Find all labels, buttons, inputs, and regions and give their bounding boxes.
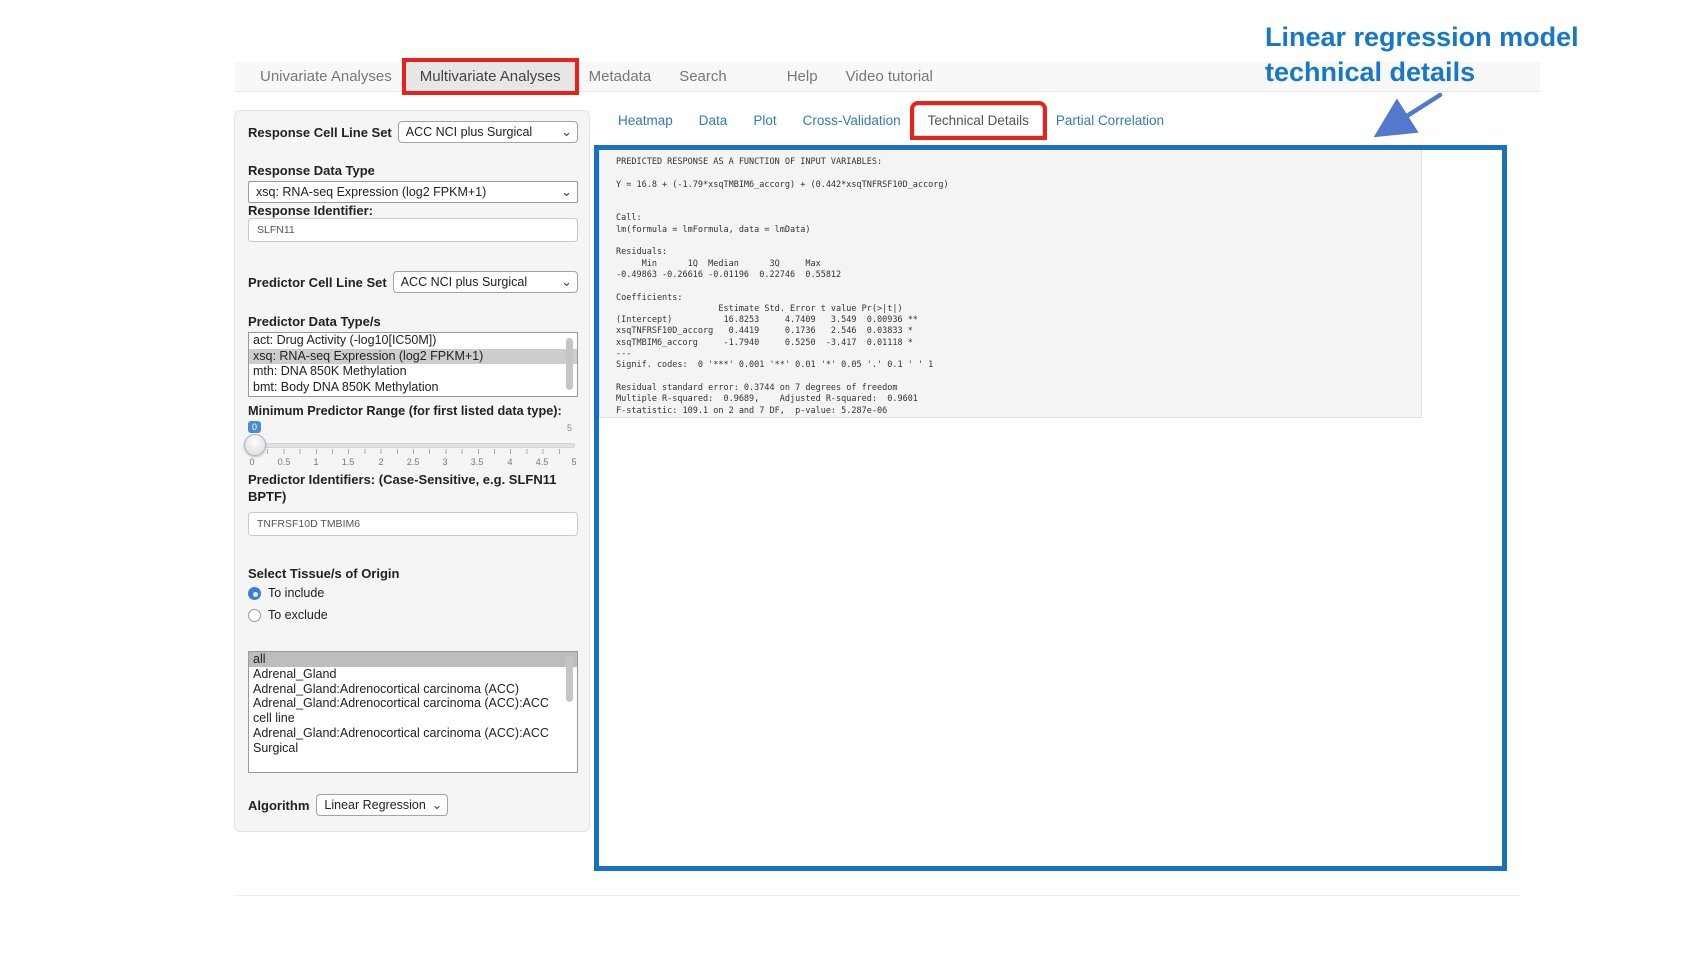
tab-data[interactable]: Data [686, 106, 741, 135]
tissue-include-label: To include [268, 586, 324, 600]
tissue-option-adrenal-gland[interactable]: Adrenal_Gland [249, 667, 577, 682]
slider-tick-label: 4.5 [536, 457, 549, 467]
slider-track[interactable] [251, 443, 575, 448]
annotation-text: Linear regression model technical detail… [1265, 20, 1579, 90]
tab-technical-details[interactable]: Technical Details [914, 105, 1043, 136]
predictor-data-types-label: Predictor Data Type/s [248, 314, 381, 329]
slider-tick-label: 5 [571, 457, 576, 467]
nav-item-help[interactable]: Help [773, 62, 832, 91]
predictor-identifiers-label: Predictor Identifiers: (Case-Sensitive, … [248, 471, 580, 505]
slider-tick-label: 1 [313, 457, 318, 467]
response-data-type-select[interactable]: xsq: RNA-seq Expression (log2 FPKM+1) ⌄ [248, 181, 578, 203]
annotation-arrow-icon [1360, 88, 1455, 143]
chevron-down-icon: ⌄ [561, 187, 572, 197]
tab-heatmap[interactable]: Heatmap [605, 106, 686, 135]
algorithm-label: Algorithm [248, 798, 309, 813]
tissue-option-acc-cell-line[interactable]: Adrenal_Gland:Adrenocortical carcinoma (… [249, 696, 577, 726]
annotation-line-1: Linear regression model [1265, 20, 1579, 55]
slider-tick-label: 3 [442, 457, 447, 467]
tissue-origin-label: Select Tissue/s of Origin [248, 566, 399, 581]
slider-value-badge: 0 [248, 421, 261, 433]
predictor-type-option-xsq[interactable]: xsq: RNA-seq Expression (log2 FPKM+1) [249, 349, 577, 365]
predictor-identifiers-input[interactable] [248, 512, 578, 536]
slider-tick-label: 0.5 [278, 457, 291, 467]
response-identifier-label: Response Identifier: [248, 203, 373, 218]
radio-dot-icon [248, 609, 261, 622]
nav-item-univariate-analyses[interactable]: Univariate Analyses [246, 62, 406, 91]
tissue-exclude-label: To exclude [268, 608, 328, 622]
response-cell-line-set-value: ACC NCI plus Surgical [406, 125, 532, 139]
slider-tick-label: 2.5 [407, 457, 420, 467]
sidebar-form-panel: Response Cell Line Set ACC NCI plus Surg… [234, 110, 590, 832]
nav-item-metadata[interactable]: Metadata [575, 62, 666, 91]
predictor-type-option-bmt[interactable]: bmt: Body DNA 850K Methylation [249, 380, 577, 396]
tissue-option-acc-surgical[interactable]: Adrenal_Gland:Adrenocortical carcinoma (… [249, 726, 577, 756]
nav-item-search[interactable]: Search [665, 62, 741, 91]
results-tabbar: Heatmap Data Plot Cross-Validation Techn… [605, 103, 1177, 137]
predictor-cell-line-set-label: Predictor Cell Line Set [248, 275, 387, 290]
tab-plot[interactable]: Plot [740, 106, 789, 135]
slider-handle[interactable] [244, 434, 266, 456]
predictor-cell-line-set-select[interactable]: ACC NCI plus Surgical ⌄ [393, 271, 578, 293]
tissue-option-acc[interactable]: Adrenal_Gland:Adrenocortical carcinoma (… [249, 682, 577, 697]
tissue-include-radio[interactable]: To include [248, 586, 324, 600]
response-data-type-label: Response Data Type [248, 163, 375, 178]
technical-details-output: PREDICTED RESPONSE AS A FUNCTION OF INPU… [599, 150, 1422, 418]
predictor-type-option-act[interactable]: act: Drug Activity (-log10[IC50M]) [249, 333, 577, 349]
chevron-down-icon: ⌄ [561, 277, 572, 287]
slider-tick-label: 4 [507, 457, 512, 467]
min-predictor-range-slider: 0 5 0 0.5 1 1.5 2 2.5 3 3.5 4 4.5 5 [248, 421, 578, 473]
tab-partial-correlation[interactable]: Partial Correlation [1043, 106, 1177, 135]
predictor-data-type-list: act: Drug Activity (-log10[IC50M]) xsq: … [248, 332, 578, 397]
scrollbar-thumb[interactable] [566, 338, 573, 390]
tissue-list: all Adrenal_Gland Adrenal_Gland:Adrenoco… [248, 651, 578, 773]
predictor-type-option-mth[interactable]: mth: DNA 850K Methylation [249, 364, 577, 380]
algorithm-value: Linear Regression [324, 798, 425, 812]
response-cell-line-set-label: Response Cell Line Set [248, 125, 392, 140]
bottom-divider [235, 895, 1520, 896]
min-predictor-range-label: Minimum Predictor Range (for first liste… [248, 404, 562, 418]
radio-dot-icon [248, 587, 261, 600]
predictor-cell-line-set-value: ACC NCI plus Surgical [401, 275, 527, 289]
slider-grid-ticks [251, 449, 575, 454]
tab-cross-validation[interactable]: Cross-Validation [790, 106, 914, 135]
algorithm-select[interactable]: Linear Regression ⌄ [316, 794, 448, 816]
app-page: Univariate Analyses Multivariate Analyse… [0, 0, 1700, 956]
chevron-down-icon: ⌄ [561, 127, 572, 137]
slider-max-label: 5 [567, 423, 572, 433]
scrollbar-thumb[interactable] [566, 656, 573, 702]
annotation-line-2: technical details [1265, 55, 1579, 90]
tissue-exclude-radio[interactable]: To exclude [248, 608, 328, 622]
slider-tick-label: 3.5 [471, 457, 484, 467]
slider-tick-label: 1.5 [342, 457, 355, 467]
tissue-option-all[interactable]: all [249, 652, 577, 667]
slider-tick-label: 0 [249, 457, 254, 467]
response-identifier-input[interactable] [248, 218, 578, 242]
slider-tick-label: 2 [378, 457, 383, 467]
response-data-type-value: xsq: RNA-seq Expression (log2 FPKM+1) [256, 185, 486, 199]
chevron-down-icon: ⌄ [431, 800, 442, 810]
nav-item-multivariate-analyses[interactable]: Multivariate Analyses [406, 62, 575, 91]
nav-item-video-tutorial[interactable]: Video tutorial [832, 62, 947, 91]
response-cell-line-set-select[interactable]: ACC NCI plus Surgical ⌄ [398, 121, 578, 143]
